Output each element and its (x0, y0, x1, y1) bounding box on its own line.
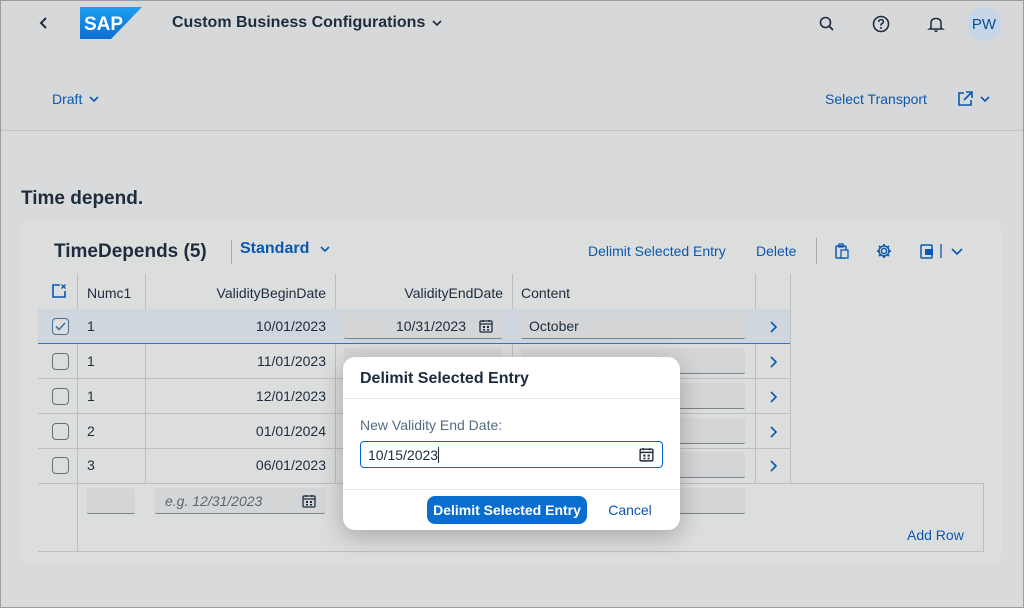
help-icon[interactable] (871, 14, 891, 34)
validity-end-value: 10/31/2023 (395, 318, 466, 334)
svg-text:SAP: SAP (84, 14, 123, 35)
column-divider (755, 274, 756, 484)
new-validity-end-date-input[interactable]: 10/15/2023 (360, 441, 663, 468)
cell-validity-begin: 01/01/2024 (255, 423, 326, 439)
validity-end-date-field[interactable]: 10/31/2023 (344, 313, 502, 339)
calendar-icon[interactable] (638, 446, 655, 463)
dialog-title: Delimit Selected Entry (360, 370, 529, 387)
app-title-menu[interactable]: Custom Business Configurations (172, 14, 443, 32)
add-row-button[interactable]: Add Row (907, 527, 964, 543)
select-transport-button[interactable]: Select Transport (825, 91, 927, 107)
chevron-down-icon (980, 96, 990, 103)
chevron-right-icon[interactable] (767, 355, 779, 369)
text-caret (438, 447, 440, 463)
column-header-validity-begin[interactable]: ValidityBeginDate (150, 285, 326, 301)
app-title: Custom Business Configurations (172, 14, 426, 31)
back-icon[interactable] (36, 13, 52, 33)
chevron-right-icon[interactable] (767, 459, 779, 473)
cell-validity-begin: 10/01/2023 (255, 318, 326, 334)
dialog-footer-divider (343, 489, 680, 490)
row-checkbox-checked[interactable] (52, 318, 69, 335)
date-input-wrapper: 10/15/2023 (368, 447, 440, 463)
row-checkbox[interactable] (52, 353, 69, 370)
row-checkbox[interactable] (52, 423, 69, 440)
cancel-button[interactable]: Cancel (600, 496, 660, 524)
cell-validity-begin: 12/01/2023 (255, 388, 326, 404)
toolbar-separator (816, 238, 817, 264)
clear-selection-icon[interactable] (50, 282, 68, 300)
share-icon (958, 91, 973, 106)
share-menu-button[interactable] (955, 88, 995, 110)
dialog-header-divider (343, 398, 680, 399)
column-divider (983, 483, 984, 552)
user-avatar[interactable]: PW (967, 7, 1001, 41)
column-divider (790, 274, 791, 484)
shell-bar: SAP Custom Business Configurations PW (0, 0, 1024, 48)
chevron-right-icon[interactable] (767, 320, 779, 334)
cell-numc1: 3 (87, 457, 95, 473)
chevron-down-icon (432, 20, 442, 27)
dialog-field-label: New Validity End Date: (360, 417, 503, 433)
variant-selector[interactable]: Standard (240, 240, 331, 258)
notification-bell-icon[interactable] (926, 14, 946, 34)
chevron-down-icon (320, 246, 330, 253)
column-header-numc1[interactable]: Numc1 (87, 285, 131, 301)
settings-gear-icon[interactable] (874, 241, 894, 261)
title-separator (231, 240, 232, 264)
cell-numc1: 1 (87, 318, 95, 334)
cell-numc1: 2 (87, 423, 95, 439)
delimit-dialog: Delimit Selected Entry New Validity End … (343, 357, 680, 530)
draft-label: Draft (52, 91, 83, 107)
chevron-down-icon (89, 96, 99, 103)
row-divider (38, 551, 984, 552)
delimit-confirm-button[interactable]: Delimit Selected Entry (427, 496, 587, 524)
search-icon[interactable] (817, 14, 837, 34)
date-placeholder: e.g. 12/31/2023 (165, 493, 263, 509)
cell-numc1: 1 (87, 388, 95, 404)
delimit-selected-entry-button[interactable]: Delimit Selected Entry (588, 243, 726, 259)
new-validity-begin-field[interactable]: e.g. 12/31/2023 (155, 488, 325, 514)
column-divider (145, 274, 146, 484)
variant-label: Standard (240, 240, 310, 257)
checkmark-icon (55, 322, 66, 331)
column-header-validity-end[interactable]: ValidityEndDate (340, 285, 503, 301)
chevron-right-icon[interactable] (767, 425, 779, 439)
export-icon[interactable] (918, 241, 946, 261)
column-header-content[interactable]: Content (521, 285, 570, 301)
chevron-down-icon[interactable] (950, 241, 964, 261)
draft-status-menu[interactable]: Draft (52, 91, 100, 107)
chevron-right-icon[interactable] (767, 390, 779, 404)
row-checkbox[interactable] (52, 457, 69, 474)
copy-clipboard-icon[interactable] (832, 241, 852, 261)
cell-validity-begin: 11/01/2023 (256, 353, 326, 369)
object-page-header: Draft Select Transport (0, 48, 1024, 131)
delete-button[interactable]: Delete (756, 243, 796, 259)
calendar-icon[interactable] (301, 493, 317, 509)
sap-logo[interactable]: SAP (80, 7, 142, 39)
calendar-icon[interactable] (478, 318, 494, 334)
cell-numc1: 1 (87, 353, 95, 369)
content-field[interactable]: October (521, 313, 745, 339)
content-value: October (529, 318, 579, 334)
column-divider (335, 274, 336, 484)
new-numc1-field[interactable] (87, 488, 135, 514)
table-title: TimeDepends (5) (54, 241, 207, 262)
cell-validity-begin: 06/01/2023 (255, 457, 326, 473)
section-title: Time depend. (21, 188, 144, 209)
row-checkbox[interactable] (52, 388, 69, 405)
date-input-value: 10/15/2023 (368, 447, 439, 463)
